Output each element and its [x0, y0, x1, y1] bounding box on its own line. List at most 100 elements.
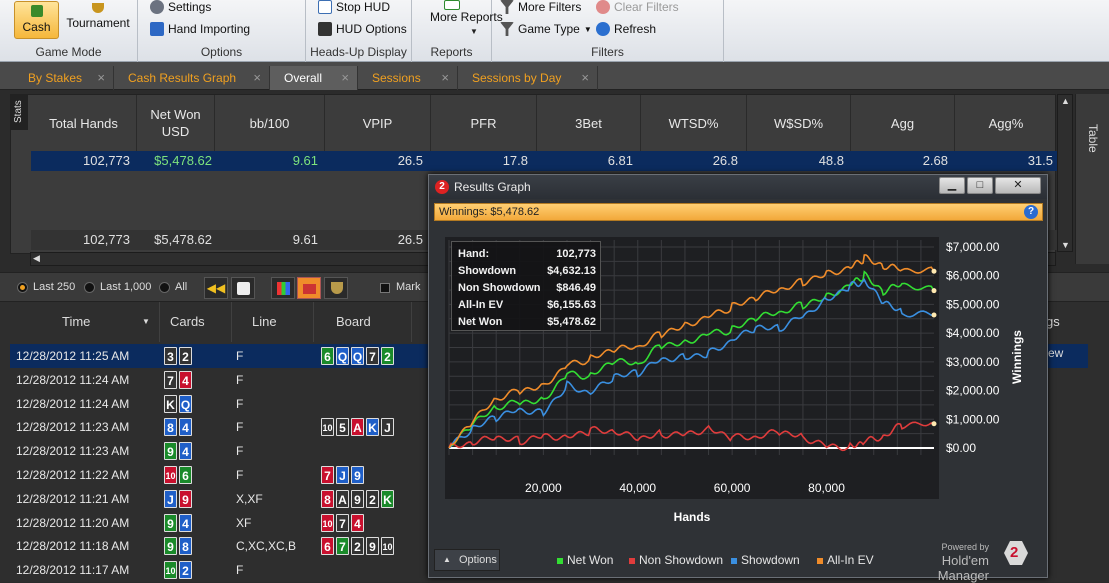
- scroll-left-icon[interactable]: ◀: [33, 253, 40, 264]
- board-card-icon: 7: [366, 347, 379, 365]
- board-card-icon: 10: [321, 513, 334, 532]
- chart-button[interactable]: [297, 277, 321, 299]
- col-bb100[interactable]: bb/100: [215, 95, 325, 151]
- col-agg-pct[interactable]: Agg%: [955, 95, 1057, 151]
- series-end-point: [931, 268, 937, 274]
- refresh-icon: [596, 22, 610, 36]
- legend-item[interactable]: All-In EV: [817, 553, 874, 567]
- more-reports-button[interactable]: More Reports: [424, 0, 503, 24]
- col-line[interactable]: Line: [232, 302, 314, 342]
- legend-item[interactable]: Net Won: [557, 553, 613, 567]
- hand-time: 12/28/2012 11:18 AM: [16, 539, 130, 554]
- view-cell-fragment[interactable]: ew: [1048, 346, 1063, 360]
- col-tags-fragment[interactable]: gs: [1046, 302, 1086, 342]
- grid-button[interactable]: [271, 277, 295, 299]
- stats-vertical-scrollbar[interactable]: ▲ ▼: [1057, 94, 1073, 252]
- legend-label: All-In EV: [827, 553, 874, 567]
- close-icon[interactable]: ×: [341, 66, 349, 90]
- table-side-panel[interactable]: Table: [1075, 94, 1109, 264]
- tab-sessions[interactable]: Sessions ×: [358, 66, 458, 90]
- options-label: Options: [200, 45, 243, 59]
- board-card-icon: 10: [381, 537, 394, 556]
- y-tick-label: $4,000.00: [946, 326, 1000, 340]
- hand-line: F: [236, 420, 244, 435]
- x-tick-label: 40,000: [619, 481, 656, 495]
- close-icon[interactable]: ×: [253, 66, 261, 90]
- y-tick-label: $2,000.00: [946, 384, 1000, 398]
- settings-button[interactable]: Settings: [150, 0, 211, 14]
- board-card-icon: 6: [321, 537, 334, 556]
- info-row: Hand: 102,773: [458, 248, 596, 260]
- gear-icon: [150, 0, 164, 14]
- hole-card-icon: 9: [164, 537, 177, 556]
- hand-line: F: [236, 372, 244, 387]
- x-tick-label: 80,000: [808, 481, 845, 495]
- hole-card-icon: 9: [164, 513, 177, 532]
- all-label: All: [175, 281, 188, 293]
- dice-button[interactable]: [231, 277, 255, 299]
- col-board[interactable]: Board: [314, 302, 412, 342]
- filters-label: Filters: [591, 45, 624, 59]
- col-pfr[interactable]: PFR: [431, 95, 537, 151]
- tab-sessions-by-day[interactable]: Sessions by Day ×: [458, 66, 598, 90]
- hand-time: 12/28/2012 11:23 AM: [16, 444, 130, 459]
- hole-card-icon: K: [164, 394, 177, 413]
- hand-time: 12/28/2012 11:17 AM: [16, 563, 130, 578]
- board-card-icon: 6: [321, 347, 334, 365]
- mark-checkbox[interactable]: [380, 283, 390, 293]
- hand-time: 12/28/2012 11:24 AM: [16, 396, 130, 411]
- tournament-button[interactable]: Tournament: [62, 1, 134, 39]
- game-type-button[interactable]: Game Type ▼: [500, 22, 592, 36]
- hand-importing-button[interactable]: Hand Importing: [150, 22, 250, 36]
- col-wsd[interactable]: W$SD%: [747, 95, 851, 151]
- col-agg[interactable]: Agg: [851, 95, 955, 151]
- stats-side-tab[interactable]: Stats: [10, 94, 28, 130]
- more-filters-button[interactable]: More Filters: [500, 0, 581, 14]
- col-total-hands[interactable]: Total Hands: [31, 95, 137, 151]
- hand-line: X,XF: [236, 491, 263, 506]
- legend-item[interactable]: Non Showdown: [629, 553, 723, 567]
- filter-icon: [500, 22, 514, 36]
- close-icon[interactable]: ×: [441, 66, 449, 90]
- hand-line: F: [236, 468, 244, 482]
- options-button[interactable]: ▲ Options: [434, 549, 500, 571]
- clear-filters-button[interactable]: Clear Filters: [596, 0, 679, 14]
- hole-card-icon: 8: [179, 537, 192, 556]
- close-icon[interactable]: ×: [581, 66, 589, 90]
- stats-row[interactable]: 102,773 $5,478.62 9.61 26.5 17.8 6.81 26…: [31, 151, 1067, 171]
- cash-button[interactable]: Cash: [14, 1, 59, 39]
- all-radio[interactable]: [159, 282, 170, 293]
- hud-options-button[interactable]: HUD Options: [318, 22, 407, 36]
- hand-line: F: [236, 349, 244, 363]
- game-mode-group: Cash Tournament Game Mode: [0, 0, 138, 62]
- col-wtsd[interactable]: WTSD%: [641, 95, 747, 151]
- last-1000-label: Last 1,000: [100, 281, 152, 293]
- board-card-icon: K: [366, 418, 379, 437]
- scroll-up-icon[interactable]: ▲: [1061, 96, 1070, 106]
- hole-card-icon: 10: [164, 466, 177, 484]
- hand-time: 12/28/2012 11:22 AM: [16, 468, 130, 482]
- col-vpip[interactable]: VPIP: [325, 95, 431, 151]
- clear-icon: [596, 0, 610, 14]
- col-cards[interactable]: Cards: [160, 302, 232, 342]
- scroll-down-icon[interactable]: ▼: [1061, 240, 1070, 250]
- tab-overall[interactable]: Overall ×: [270, 66, 358, 90]
- rewind-button[interactable]: ◀◀: [204, 277, 228, 299]
- refresh-button[interactable]: Refresh: [596, 22, 656, 36]
- tab-by-stakes[interactable]: By Stakes ×: [14, 66, 114, 90]
- board-card-icon: Q: [336, 347, 349, 365]
- col-time[interactable]: Time ▼: [10, 302, 160, 342]
- col-3bet[interactable]: 3Bet: [537, 95, 641, 151]
- tab-cash-results-graph[interactable]: Cash Results Graph ×: [114, 66, 270, 90]
- close-icon[interactable]: ×: [97, 66, 105, 90]
- col-net-won[interactable]: Net Won USD: [137, 95, 215, 151]
- trophy-button[interactable]: [324, 277, 348, 299]
- stop-hud-button[interactable]: Stop HUD: [318, 0, 390, 14]
- last-250-radio[interactable]: [17, 282, 28, 293]
- last-1000-radio[interactable]: [84, 282, 95, 293]
- board-card-icon: A: [336, 489, 349, 508]
- chevron-up-icon: ▲: [443, 555, 451, 564]
- hole-card-icon: J: [164, 489, 177, 508]
- hud-group: Stop HUD HUD Options Heads-Up Display: [306, 0, 412, 62]
- legend-item[interactable]: Showdown: [731, 553, 800, 567]
